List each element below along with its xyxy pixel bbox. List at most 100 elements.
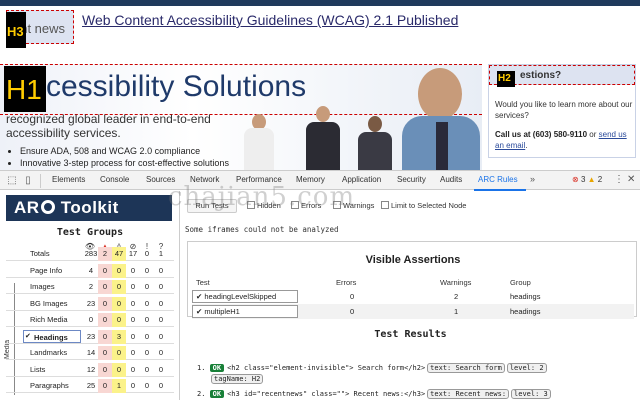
tab-console[interactable]: Console xyxy=(100,175,129,184)
test-groups-title: Test Groups xyxy=(56,227,124,238)
column-header-test: Test xyxy=(196,278,210,287)
more-tabs-button[interactable]: » xyxy=(530,174,535,184)
email-link[interactable]: an email xyxy=(495,141,525,150)
period-text: . xyxy=(525,141,528,150)
assertion-row: ✔ headingLevelSkipped 0 2 headings xyxy=(192,289,634,304)
test-group-label: Page Info xyxy=(30,265,63,275)
check-icon: ✔ xyxy=(25,332,31,340)
test-group-count: 0 xyxy=(144,331,150,341)
h1-heading-badge: H1 xyxy=(4,66,46,112)
test-group-label: BG Images xyxy=(30,298,68,308)
result-number: 1. xyxy=(197,364,206,372)
test-group-count: 0 xyxy=(130,265,136,275)
tab-elements[interactable]: Elements xyxy=(52,175,85,184)
test-group-count: 0 xyxy=(112,362,126,377)
questions-text: Would you like to learn more about our s… xyxy=(495,100,633,120)
assertion-test-button[interactable]: ✔ multipleH1 xyxy=(192,305,298,318)
test-group-count: 0 xyxy=(98,296,112,311)
test-result-item: 1. OK <h2 class="element-invisible"> Sear… xyxy=(197,363,547,373)
result-pill: level: 3 xyxy=(511,389,551,399)
test-group-count: 0 xyxy=(130,282,136,291)
site-top-bar xyxy=(0,0,640,6)
test-group-label: Headings xyxy=(23,329,81,343)
checkbox-box xyxy=(381,201,389,209)
test-group-label: Images xyxy=(30,282,55,291)
test-group-row[interactable]: Lists 12 0 0 0 0 0 xyxy=(6,362,174,377)
contact-text: Call us at (603) 580-9110 or send us an … xyxy=(495,129,635,151)
logo-text-toolkit: Toolkit xyxy=(60,198,119,217)
test-group-label: Lists xyxy=(30,364,46,374)
visible-assertions-title: Visible Assertions xyxy=(365,254,461,266)
test-group-count: 0 xyxy=(130,298,136,308)
test-group-count: 3 xyxy=(112,329,126,344)
hero-bullet: Ensure ADA, 508 and WCAG 2.0 compliance xyxy=(20,146,229,156)
test-group-count: 0 xyxy=(88,315,94,324)
error-warning-counter[interactable]: ⊗ 3 ▲ 2 xyxy=(572,175,602,184)
test-group-count: 23 xyxy=(86,331,96,341)
close-icon[interactable]: ✕ xyxy=(627,174,635,185)
test-group-count: 0 xyxy=(158,282,164,291)
test-group-count: 0 xyxy=(158,348,164,357)
test-group-count: 23 xyxy=(86,298,96,308)
test-group-label: Paragraphs xyxy=(30,381,69,390)
result-pill: text: Recent news: xyxy=(427,389,510,399)
assertion-test-button[interactable]: ✔ headingLevelSkipped xyxy=(192,290,298,303)
test-group-row[interactable]: Page Info 4 0 0 0 0 0 xyxy=(6,263,174,278)
test-group-row[interactable]: Paragraphs 25 0 1 0 0 0 xyxy=(6,379,174,393)
test-group-count: 14 xyxy=(86,348,96,357)
test-results-title: Test Results xyxy=(374,329,447,340)
more-options-icon[interactable]: ⋮ xyxy=(614,174,624,185)
questions-sidebar: estions? H2 Would you like to learn more… xyxy=(488,64,636,158)
logo-text-arc: AR xyxy=(14,198,40,217)
device-toolbar-icon[interactable]: ▯ xyxy=(22,175,34,187)
test-group-count: 4 xyxy=(88,265,94,275)
test-group-row[interactable]: ✔ Headings 23 0 3 0 0 0 xyxy=(6,329,174,344)
test-group-count: 0 xyxy=(144,282,150,291)
visible-assertions-box: Visible Assertions Test Errors Warnings … xyxy=(187,241,637,319)
h2-heading-badge: H2 xyxy=(497,71,515,87)
tab-audits[interactable]: Audits xyxy=(440,175,462,184)
watermark: chajian5.com xyxy=(168,182,356,212)
result-number: 2. xyxy=(197,390,206,398)
test-group-count: 0 xyxy=(98,329,112,344)
send-us-link[interactable]: send us xyxy=(599,130,627,139)
assertion-errors: 0 xyxy=(350,292,355,301)
test-group-count: 0 xyxy=(144,348,150,357)
error-icon: ⊗ xyxy=(572,175,579,184)
check-icon: ✔ xyxy=(196,292,203,301)
tab-security[interactable]: Security xyxy=(397,175,426,184)
iframe-notice: Some iframes could not be analyzed xyxy=(185,225,339,234)
result-pill: tagName: H2 xyxy=(211,374,264,384)
test-group-label: Totals xyxy=(30,249,50,258)
test-group-count: 0 xyxy=(98,346,112,360)
hero-bullet-list: Ensure ADA, 508 and WCAG 2.0 compliance … xyxy=(20,146,229,170)
hero-subtitle: recognized global leader in end-to-end a… xyxy=(6,112,211,140)
assertion-warnings: 2 xyxy=(454,292,459,301)
test-group-count: 47 xyxy=(112,247,126,261)
test-group-count: 0 xyxy=(158,315,164,324)
assertion-errors: 0 xyxy=(350,307,355,316)
website-preview: ent news H3 Web Content Accessibility Gu… xyxy=(0,0,640,170)
test-group-count: 1 xyxy=(158,249,164,258)
test-group-row[interactable]: Rich Media 0 0 0 0 0 0 xyxy=(6,313,174,327)
test-group-count: 0 xyxy=(112,313,126,327)
arc-test-groups-panel: AR Toolkit Test Groups 👁 ▲ ⚠ ⊘ ! ? Media… xyxy=(0,191,180,400)
test-group-count: 0 xyxy=(112,280,126,294)
test-group-count: 0 xyxy=(130,331,136,341)
test-group-row[interactable]: BG Images 23 0 0 0 0 0 xyxy=(6,296,174,311)
tab-arc-rules[interactable]: ARC Rules xyxy=(478,175,518,184)
test-group-row[interactable]: Landmarks 14 0 0 0 0 0 xyxy=(6,346,174,360)
assertion-test-name: multipleH1 xyxy=(204,307,240,316)
test-group-count: 0 xyxy=(98,263,112,278)
test-group-count: 0 xyxy=(144,265,150,275)
result-pill: text: Search form xyxy=(427,363,505,373)
arc-results-panel: Run Tests Hidden Errors Warnings Limit t… xyxy=(181,191,640,400)
error-count: 3 xyxy=(580,175,586,184)
inspect-element-icon[interactable]: ⬚ xyxy=(6,175,18,187)
test-group-row[interactable]: Totals 283 2 47 17 0 1 xyxy=(6,247,174,261)
test-group-row[interactable]: Images 2 0 0 0 0 0 xyxy=(6,280,174,294)
news-headline-link[interactable]: Web Content Accessibility Guidelines (WC… xyxy=(82,12,458,28)
limit-selected-node-checkbox[interactable]: Limit to Selected Node xyxy=(381,201,466,210)
hero-title: cessibility Solutions xyxy=(46,70,307,103)
test-group-count: 0 xyxy=(98,280,112,294)
